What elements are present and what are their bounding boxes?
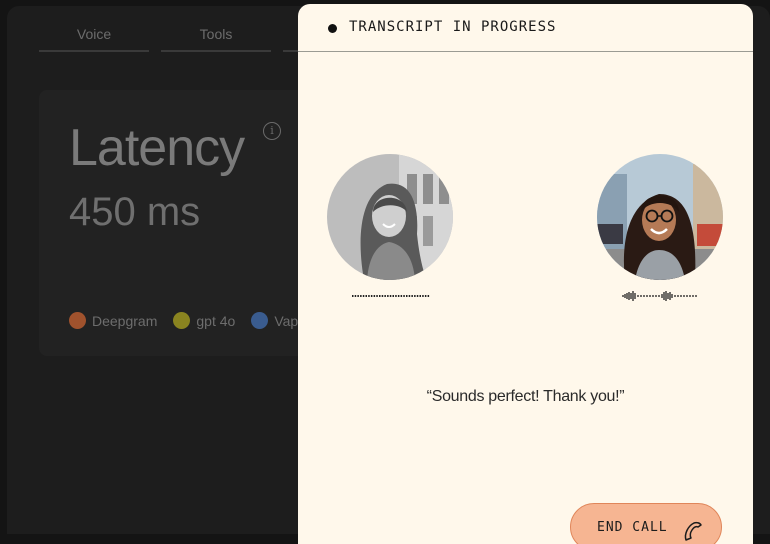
panel-header: TRANSCRIPT IN PROGRESS [298,4,753,52]
provider-label: Deepgram [92,312,158,329]
latency-value: 450 ms [69,190,201,234]
gpt4o-dot [173,312,191,329]
agent-avatar [597,154,723,280]
provider-list: Deepgram gpt 4o Vapi [69,312,301,329]
provider-deepgram: Deepgram [69,312,157,329]
latency-card: Latency i 450 ms Deepgram gpt 4o Vapi [39,90,329,356]
transcript-status: TRANSCRIPT IN PROGRESS [349,19,557,35]
end-call-label: END CALL [597,520,668,535]
call-panel: TRANSCRIPT IN PROGRESS “Sounds perfect! … [298,4,753,544]
phone-icon [684,521,702,541]
provider-gpt4o: gpt 4o [173,312,235,329]
caller-avatar [327,154,453,280]
transcript-quote: “Sounds perfect! Thank you!” [426,388,625,405]
provider-label: gpt 4o [196,312,236,329]
tab-tools[interactable]: Tools [161,20,271,52]
caller-waveform [352,295,430,297]
vapi-dot [251,312,269,329]
deepgram-dot [69,312,86,329]
agent-waveform [622,291,697,301]
info-icon[interactable]: i [263,122,281,140]
provider-vapi: Vapi [251,312,301,329]
end-call-button[interactable]: END CALL [570,503,722,544]
recording-dot-icon [328,24,337,33]
latency-title: Latency [69,119,245,177]
tab-voice[interactable]: Voice [39,20,149,52]
